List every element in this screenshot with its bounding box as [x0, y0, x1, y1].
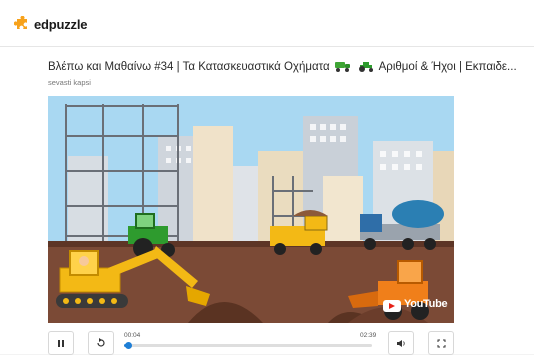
video-player[interactable]: YouTube	[48, 96, 454, 323]
volume-button[interactable]	[388, 331, 414, 355]
video-title-suffix: Αριθμοί & Ήχοι | Εκπαιδε...	[378, 61, 517, 73]
volume-icon	[397, 339, 405, 347]
author-name: sevasti kapsi	[48, 78, 91, 87]
pause-button[interactable]	[48, 331, 74, 355]
puzzle-icon	[14, 16, 27, 29]
pause-icon	[58, 339, 64, 347]
duration: 02:39	[360, 332, 377, 339]
youtube-watermark: YouTube	[404, 298, 448, 310]
top-navigation-bar: edpuzzle	[0, 0, 534, 47]
fullscreen-icon	[437, 339, 445, 347]
current-time: 00:04	[124, 332, 141, 339]
replay-button[interactable]	[88, 331, 114, 355]
progress-bar[interactable]	[124, 342, 372, 349]
video-frame	[48, 96, 454, 323]
progress-handle[interactable]	[125, 342, 133, 349]
fullscreen-button[interactable]	[428, 331, 454, 355]
video-title-text: Βλέπω και Μαθαίνω #34 | Τα Κατασκευαστικ…	[48, 61, 330, 73]
youtube-logo	[383, 300, 401, 312]
player-controls: 00:04 02:39	[48, 331, 454, 355]
video-card: Βλέπω και Μαθαίνω #34 | Τα Κατασκευαστικ…	[0, 47, 534, 355]
tractor-emoji	[359, 62, 374, 72]
replay-icon	[97, 338, 105, 347]
video-title: Βλέπω και Μαθαίνω #34 | Τα Κατασκευαστικ…	[48, 61, 528, 73]
edpuzzle-logo[interactable]: edpuzzle	[14, 16, 87, 32]
dump-truck-emoji	[334, 62, 350, 72]
brand-name: edpuzzle	[34, 16, 88, 32]
